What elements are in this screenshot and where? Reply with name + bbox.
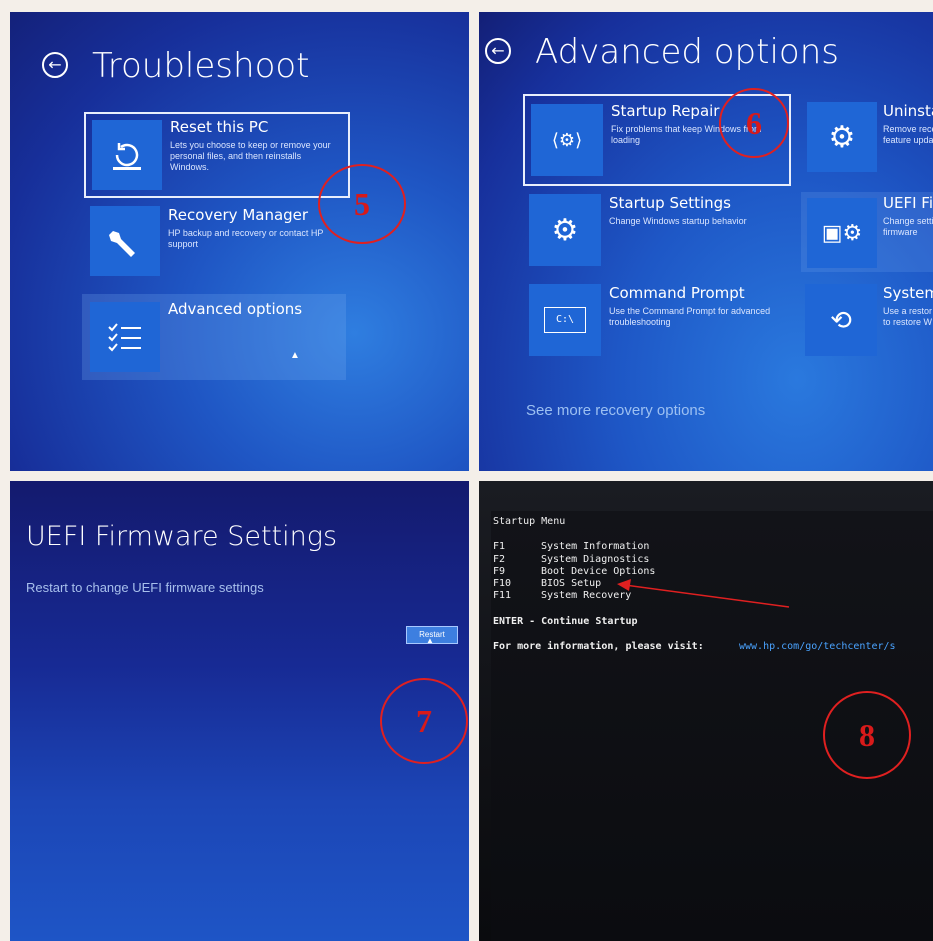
- back-arrow-icon[interactable]: ←: [42, 52, 68, 78]
- option-title: Advanced options: [168, 300, 303, 318]
- page-subtitle: Restart to change UEFI firmware settings: [26, 580, 264, 595]
- step-number-circle: 8: [823, 691, 911, 779]
- option-title: Startup Settings: [609, 194, 731, 212]
- option-desc: Use a restor to restore W: [883, 306, 933, 327]
- option-desc: Use the Command Prompt for advanced trou…: [609, 306, 771, 327]
- step-number-circle: 7: [380, 678, 468, 764]
- advanced-options-screen: ← Advanced options ⟨⚙⟩ Startup Repair Fi…: [479, 12, 933, 471]
- startup-settings-option[interactable]: ⚙ Startup Settings Change Windows startu…: [529, 194, 783, 270]
- reset-pc-option[interactable]: Reset this PC Lets you choose to keep or…: [84, 112, 350, 198]
- step-number-circle: 6: [719, 88, 789, 158]
- cmd-icon-text: C:\: [544, 307, 586, 333]
- system-restore-option[interactable]: ⟲ System Use a restor to restore W: [805, 284, 933, 360]
- option-desc: Lets you choose to keep or remove your p…: [170, 140, 331, 172]
- wrench-icon: [90, 206, 160, 276]
- see-more-recovery-options-link[interactable]: See more recovery options: [526, 402, 705, 419]
- back-arrow-icon[interactable]: ←: [485, 38, 511, 64]
- uefi-firmware-settings-screen: UEFI Firmware Settings Restart to change…: [10, 481, 469, 941]
- option-desc: Change setti firmware: [883, 216, 933, 237]
- command-prompt-option[interactable]: C:\ Command Prompt Use the Command Promp…: [529, 284, 783, 360]
- hp-startup-menu-screen: Startup Menu F1 System Information F2 Sy…: [479, 481, 933, 941]
- option-title: System: [883, 284, 933, 302]
- option-title: Uninsta: [883, 102, 933, 120]
- option-desc: Remove rece feature upda: [883, 124, 933, 145]
- mouse-cursor-icon: ▲: [426, 636, 434, 645]
- reset-icon: [92, 120, 162, 190]
- option-title: UEFI Fir: [883, 194, 933, 212]
- page-title: UEFI Firmware Settings: [26, 521, 338, 552]
- recovery-manager-option[interactable]: Recovery Manager HP backup and recovery …: [90, 206, 342, 280]
- command-prompt-icon: C:\: [529, 284, 601, 356]
- mouse-cursor-icon: ▲: [290, 350, 300, 361]
- gear-icon: ⚙: [529, 194, 601, 266]
- step-number-circle: 5: [318, 164, 406, 244]
- page-title: Troubleshoot: [92, 46, 310, 86]
- uninstall-updates-option[interactable]: ⚙ Uninsta Remove rece feature upda: [801, 102, 933, 176]
- gear-icon: ⚙: [807, 102, 877, 172]
- option-title: Recovery Manager: [168, 206, 309, 224]
- uefi-firmware-option[interactable]: ▣⚙ UEFI Fir Change setti firmware: [801, 192, 933, 272]
- checklist-icon: [90, 302, 160, 372]
- firmware-icon: ▣⚙: [807, 198, 877, 268]
- advanced-options-option[interactable]: Advanced options: [82, 294, 346, 380]
- startup-repair-icon: ⟨⚙⟩: [531, 104, 603, 176]
- troubleshoot-screen: ← Troubleshoot Reset this PC Lets you ch…: [10, 12, 469, 471]
- option-title: Command Prompt: [609, 284, 745, 302]
- option-desc: HP backup and recovery or contact HP sup…: [168, 228, 324, 249]
- page-title: Advanced options: [535, 32, 839, 72]
- system-restore-icon: ⟲: [805, 284, 877, 356]
- option-desc: Change Windows startup behavior: [609, 216, 747, 226]
- option-title: Startup Repair: [611, 102, 720, 120]
- option-title: Reset this PC: [170, 118, 269, 136]
